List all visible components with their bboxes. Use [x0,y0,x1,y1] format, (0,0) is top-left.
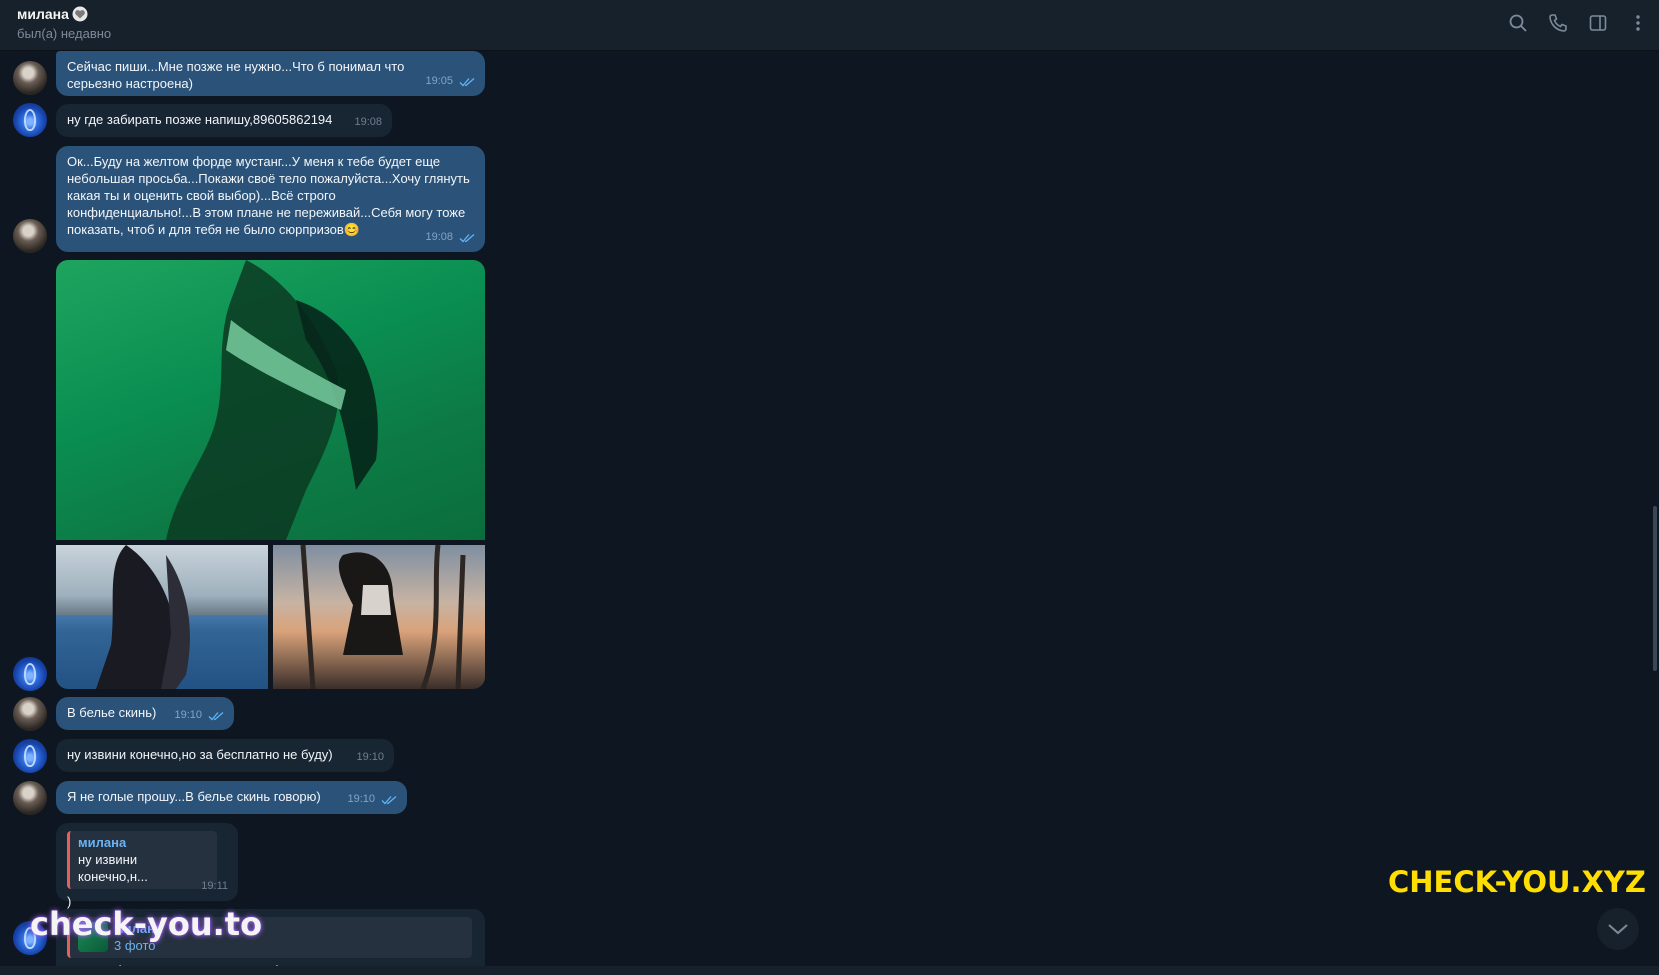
double-check-icon [459,77,475,86]
phone-icon [1549,14,1567,32]
message-meta: 19:08 [425,229,475,246]
search-icon [1509,14,1527,32]
avatar[interactable] [13,697,47,731]
contact-name[interactable]: милана [17,6,88,22]
reply-text: ну извини конечно,н... [78,852,148,884]
message-text: ну где забирать позже напишу,89605862194 [67,112,333,127]
message-bubble-outgoing[interactable]: Ок...Буду на желтом форде мустанг...У ме… [56,146,485,252]
double-check-icon [459,233,475,242]
message-bubble-outgoing[interactable]: Сейчас пиши...Мне позже не нужно...Что б… [56,51,485,96]
reply-author: милана [78,835,127,850]
message-bubble-incoming[interactable]: ну где забирать позже напишу,89605862194… [56,104,392,137]
avatar[interactable] [13,219,47,253]
heart-icon [72,6,88,22]
message-time: 19:10 [356,751,384,763]
message-time: 19:08 [354,116,382,128]
search-button[interactable] [1507,12,1529,34]
message-meta: 19:08 [354,114,382,131]
reply-preview[interactable]: милана ну извини конечно,н... [67,831,217,889]
message-bubble-incoming[interactable]: милана ну извини конечно,н... ) 19:11 [56,823,238,909]
message-bubble-outgoing[interactable]: Я не голые прошу...В белье скинь говорю)… [56,781,407,814]
message-time: 19:10 [174,709,202,721]
more-vertical-icon [1636,15,1640,31]
photo-figure-silhouette [300,544,466,689]
watermark-left: check-you.to [30,905,263,943]
composer-edge [0,966,1659,975]
contact-status: был(а) недавно [17,26,112,41]
album-photo-3[interactable] [273,544,485,689]
message-meta: 19:10 [174,707,224,724]
message-bubble-incoming[interactable]: ну извини конечно,но за бесплатно не буд… [56,739,394,772]
album-photo-1[interactable] [56,260,485,540]
message-time: 19:10 [347,793,375,805]
photo-figure-silhouette [56,545,268,689]
chevron-down-icon [1608,924,1628,935]
scrollbar-thumb[interactable] [1653,506,1657,671]
message-text: Ок...Буду на желтом форде мустанг...У ме… [67,154,470,237]
message-bubble-outgoing[interactable]: В белье скинь) 19:10 [56,697,234,730]
message-meta: 19:05 [425,73,475,90]
sidebar-toggle-button[interactable] [1587,12,1609,34]
message-time: 19:11 [201,880,228,892]
photo-figure-silhouette [166,260,378,540]
message-text: ну извини конечно,но за бесплатно не буд… [67,747,333,762]
avatar[interactable] [13,61,47,95]
watermark-right: CHECK-YOU.XYZ [1388,865,1646,899]
message-list[interactable]: Сейчас пиши...Мне позже не нужно...Что б… [0,51,1650,975]
message-meta: 19:10 [347,791,397,808]
avatar[interactable] [13,103,47,137]
chat-header: милана был(а) недавно [0,0,1659,51]
message-text: Сейчас пиши...Мне позже не нужно...Что б… [67,59,405,91]
call-button[interactable] [1547,12,1569,34]
avatar[interactable] [13,739,47,773]
double-check-icon [208,711,224,720]
message-time: 19:08 [425,231,453,243]
avatar[interactable] [13,657,47,691]
message-meta: 19:11 [201,878,228,895]
scroll-to-bottom-button[interactable] [1597,908,1639,950]
avatar[interactable] [13,781,47,815]
sidebar-toggle-icon [1589,15,1607,31]
double-check-icon [381,795,397,804]
scrollbar[interactable] [1651,51,1659,975]
album-photo-2[interactable] [56,545,268,689]
photo-album[interactable] [56,260,485,689]
header-actions [1507,12,1649,34]
contact-name-text: милана [17,6,69,22]
message-meta: 19:10 [356,749,384,766]
more-menu-button[interactable] [1627,12,1649,34]
message-time: 19:05 [425,75,453,87]
